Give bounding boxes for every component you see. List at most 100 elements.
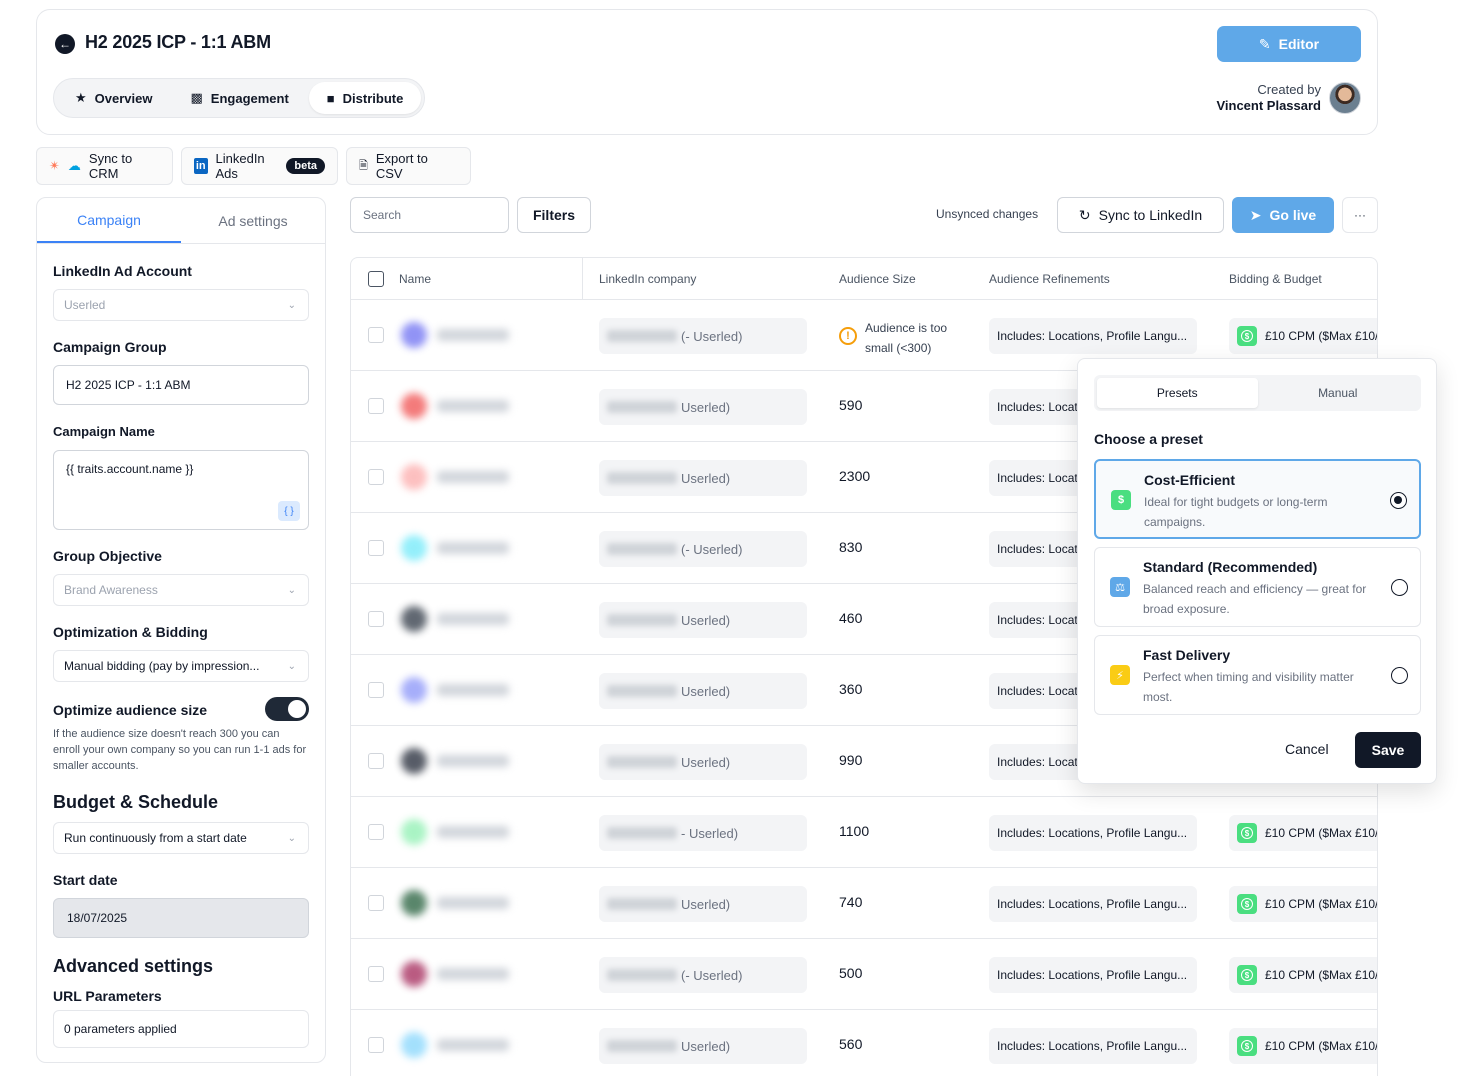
table-row[interactable]: Userled) 560 Includes: Locations, Profile … <box>351 1010 1377 1076</box>
company-name-redacted <box>437 613 509 625</box>
row-checkbox[interactable] <box>368 753 384 769</box>
row-checkbox[interactable] <box>368 682 384 698</box>
tab-distribute[interactable]: ■ Distribute <box>308 82 422 114</box>
page-title: H2 2025 ICP - 1:1 ABM <box>85 32 271 52</box>
group-objective-select[interactable]: Brand Awareness ⌄ <box>53 574 309 606</box>
preset-radio[interactable] <box>1391 579 1408 596</box>
search-input[interactable]: Search <box>350 197 509 233</box>
row-checkbox[interactable] <box>368 966 384 982</box>
audience-size: 1100 <box>839 823 870 839</box>
linkedin-company-cell[interactable]: Userled) <box>599 1028 807 1064</box>
created-by-label: Created by <box>1257 82 1321 97</box>
audience-size: 990 <box>839 752 863 768</box>
start-date-input[interactable]: 18/07/2025 <box>53 898 309 938</box>
row-checkbox[interactable] <box>368 824 384 840</box>
save-button[interactable]: Save <box>1355 732 1421 768</box>
sync-crm-button[interactable]: ✴ ☁ Sync to CRM <box>36 147 173 185</box>
row-checkbox[interactable] <box>368 540 384 556</box>
tab-manual[interactable]: Manual <box>1258 378 1419 408</box>
linkedin-company-cell[interactable]: - Userled) <box>599 815 807 851</box>
optimize-audience-toggle[interactable] <box>265 697 309 721</box>
bidding-budget-cell[interactable]: $ £10 CPM ($Max £10/ <box>1229 318 1377 354</box>
back-arrow-icon[interactable]: ← <box>55 34 75 54</box>
audience-size: 590 <box>839 397 863 413</box>
url-params-input[interactable]: 0 parameters applied <box>53 1010 309 1048</box>
table-row[interactable]: - Userled) 1100 Includes: Locations, Profi… <box>351 797 1377 868</box>
more-options-button[interactable]: ··· <box>1342 197 1378 233</box>
tab-ad-settings[interactable]: Ad settings <box>181 198 325 243</box>
table-row[interactable]: Userled) 740 Includes: Locations, Profile … <box>351 868 1377 939</box>
row-checkbox[interactable] <box>368 895 384 911</box>
column-audience-refinements[interactable]: Audience Refinements <box>989 272 1110 286</box>
bidding-budget-cell[interactable]: $ £10 CPM ($Max £10/ <box>1229 1028 1377 1064</box>
filters-button[interactable]: Filters <box>517 197 591 233</box>
refresh-icon: ↻ <box>1078 206 1091 223</box>
company-logo <box>401 677 427 703</box>
linkedin-company-cell[interactable]: Userled) <box>599 673 807 709</box>
row-checkbox[interactable] <box>368 1037 384 1053</box>
preset-fast-delivery[interactable]: ⚡ Fast Delivery Perfect when timing and … <box>1094 635 1421 715</box>
audience-refinements-cell[interactable]: Includes: Locations, Profile Langu... <box>989 886 1197 922</box>
optimization-select[interactable]: Manual bidding (pay by impression... ⌄ <box>53 650 309 682</box>
cancel-button[interactable]: Cancel <box>1285 741 1329 757</box>
audience-refinements-cell[interactable]: Includes: Locations, Profile Langu... <box>989 815 1197 851</box>
linkedin-company-cell[interactable]: Userled) <box>599 602 807 638</box>
column-bidding-budget[interactable]: Bidding & Budget <box>1229 272 1322 286</box>
group-objective-label: Group Objective <box>53 548 162 564</box>
select-all-checkbox[interactable] <box>368 271 384 287</box>
audience-refinements-cell[interactable]: Includes: Locations, Profile Langu... <box>989 957 1197 993</box>
tab-presets[interactable]: Presets <box>1097 378 1258 408</box>
sync-linkedin-button[interactable]: ↻ Sync to LinkedIn <box>1057 197 1224 233</box>
preset-cost-efficient[interactable]: $ Cost-Efficient Ideal for tight budgets… <box>1094 459 1421 539</box>
export-csv-button[interactable]: 🗎 Export to CSV <box>346 147 471 185</box>
ad-account-select[interactable]: Userled ⌄ <box>53 289 309 321</box>
editor-button[interactable]: ✎ Editor <box>1217 26 1361 62</box>
campaign-group-input[interactable]: H2 2025 ICP - 1:1 ABM <box>53 365 309 405</box>
linkedin-company-cell[interactable]: Userled) <box>599 460 807 496</box>
linkedin-ads-button[interactable]: in LinkedIn Ads beta <box>181 147 338 185</box>
hubspot-icon: ✴ <box>49 158 60 173</box>
linkedin-company-cell[interactable]: Userled) <box>599 744 807 780</box>
bidding-budget-cell[interactable]: $ £10 CPM ($Max £10/ <box>1229 957 1377 993</box>
audience-size: 740 <box>839 894 863 910</box>
linkedin-company-cell[interactable]: Userled) <box>599 886 807 922</box>
linkedin-ads-label: LinkedIn Ads <box>215 151 265 181</box>
budget-schedule-select[interactable]: Run continuously from a start date ⌄ <box>53 822 309 854</box>
linkedin-company-cell[interactable]: (- Userled) <box>599 957 807 993</box>
preset-radio[interactable] <box>1391 667 1408 684</box>
go-live-button[interactable]: ➤ Go live <box>1232 197 1334 233</box>
column-linkedin-company[interactable]: LinkedIn company <box>599 272 696 286</box>
table-row[interactable]: (- Userled) 500 Includes: Locations, Profi… <box>351 939 1377 1010</box>
url-params-value: 0 parameters applied <box>64 1022 177 1036</box>
bidding-budget-cell[interactable]: $ £10 CPM ($Max £10/ <box>1229 886 1377 922</box>
campaign-name-input[interactable]: {{ traits.account.name }} { } <box>53 450 309 530</box>
tab-campaign[interactable]: Campaign <box>37 198 181 243</box>
tab-overview[interactable]: ★ Overview <box>57 82 170 114</box>
company-suffix: Userled) <box>681 754 731 770</box>
row-checkbox[interactable] <box>368 611 384 627</box>
bidding-budget-cell[interactable]: $ £10 CPM ($Max £10/ <box>1229 815 1377 851</box>
company-suffix: (- Userled) <box>681 541 743 557</box>
linkedin-company-cell[interactable]: (- Userled) <box>599 531 807 567</box>
audience-refinements-cell[interactable]: Includes: Locations, Profile Langu... <box>989 1028 1197 1064</box>
company-logo <box>401 464 427 490</box>
column-name[interactable]: Name <box>399 272 431 286</box>
tab-engagement[interactable]: ▩ Engagement <box>172 82 306 114</box>
avatar[interactable] <box>1329 82 1361 114</box>
preset-radio[interactable] <box>1390 492 1407 509</box>
column-audience-size[interactable]: Audience Size <box>839 272 916 286</box>
campaign-name-value: {{ traits.account.name }} <box>66 462 194 476</box>
preset-standard[interactable]: ⚖ Standard (Recommended) Balanced reach … <box>1094 547 1421 627</box>
row-checkbox[interactable] <box>368 469 384 485</box>
row-checkbox[interactable] <box>368 398 384 414</box>
linkedin-company-cell[interactable]: (- Userled) <box>599 318 807 354</box>
settings-tabs: Campaign Ad settings <box>37 198 325 244</box>
audience-refinements-cell[interactable]: Includes: Locations, Profile Langu... <box>989 318 1197 354</box>
company-logo <box>401 535 427 561</box>
variable-braces-icon[interactable]: { } <box>278 501 300 521</box>
audience-size: 360 <box>839 681 863 697</box>
linkedin-company-cell[interactable]: Userled) <box>599 389 807 425</box>
preset-title: Cost-Efficient <box>1144 472 1235 488</box>
company-name-redacted <box>437 755 509 767</box>
row-checkbox[interactable] <box>368 327 384 343</box>
